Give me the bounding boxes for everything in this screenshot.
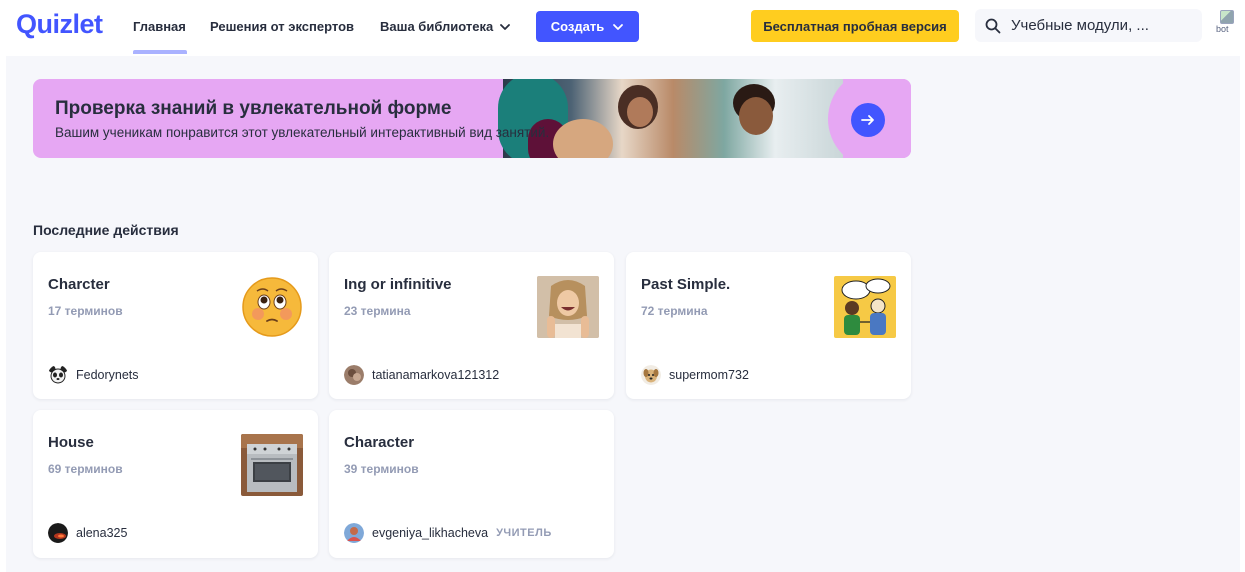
card-term-count: 23 термина — [344, 304, 411, 318]
study-set-card[interactable]: Charcter 17 терминов Fedorynets — [33, 252, 318, 399]
card-author-name: Fedorynets — [76, 368, 139, 382]
card-thumbnail — [241, 276, 303, 338]
panda-avatar-icon — [48, 365, 68, 384]
user-photo-avatar — [344, 523, 364, 543]
card-title: Past Simple. — [641, 276, 731, 293]
chevron-down-icon — [500, 23, 511, 30]
dog-avatar-icon — [641, 365, 661, 385]
card-term-count: 72 термина — [641, 304, 708, 318]
recent-activity-heading: Последние действия — [33, 222, 179, 238]
free-trial-button[interactable]: Бесплатная пробная версия — [751, 10, 959, 42]
promo-banner[interactable]: Проверка знаний в увлекательной форме Ва… — [33, 79, 911, 158]
nav-your-library-label: Ваша библиотека — [380, 19, 494, 34]
card-term-count: 17 терминов — [48, 304, 123, 318]
cartoon-image — [834, 276, 896, 338]
card-thumbnail — [537, 276, 599, 338]
card-author[interactable]: evgeniya_likhacheva УЧИТЕЛЬ — [344, 523, 552, 543]
page-left-edge — [0, 0, 6, 572]
broken-image-icon — [1220, 10, 1234, 24]
card-thumbnail — [834, 276, 896, 338]
banner-arrow-button[interactable] — [851, 103, 885, 137]
profile-avatar[interactable]: bot — [1216, 10, 1245, 44]
nav-expert-solutions-label: Решения от экспертов — [210, 19, 355, 34]
create-button[interactable]: Создать — [536, 11, 639, 42]
user-photo-avatar — [48, 523, 68, 543]
card-author-name: tatianamarkova121312 — [372, 368, 500, 382]
nav-home[interactable]: Главная — [133, 19, 186, 34]
nav-home-active-indicator — [133, 50, 187, 54]
card-author[interactable]: supermom732 — [641, 365, 749, 385]
banner-person-photo — [627, 97, 653, 127]
nav-your-library[interactable]: Ваша библиотека — [380, 19, 511, 34]
top-navigation-bar: Quizlet Главная Решения от экспертов Ваш… — [0, 0, 1245, 56]
user-photo-avatar — [344, 365, 364, 385]
study-set-card[interactable]: Past Simple. 72 термина supermom732 — [626, 252, 911, 399]
card-author-name: supermom732 — [669, 368, 749, 382]
chevron-down-icon — [613, 23, 624, 30]
card-thumbnail — [241, 434, 303, 496]
card-term-count: 39 терминов — [344, 462, 419, 476]
card-title: House — [48, 434, 94, 451]
study-set-card[interactable]: House 69 терминов alena325 — [33, 410, 318, 558]
study-set-card[interactable]: Character 39 терминов evgeniya_likhachev… — [329, 410, 614, 558]
girl-photo-image — [537, 276, 599, 338]
card-author[interactable]: Fedorynets — [48, 365, 139, 385]
card-title: Ing or infinitive — [344, 276, 452, 293]
banner-subtitle: Вашим ученикам понравится этот увлекател… — [55, 125, 550, 140]
page-right-edge — [1240, 0, 1245, 572]
banner-title: Проверка знаний в увлекательной форме — [55, 98, 452, 119]
create-button-label: Создать — [550, 19, 605, 34]
nav-home-label: Главная — [133, 19, 186, 34]
search-placeholder: Учебные модули, ... — [1011, 17, 1149, 34]
profile-avatar-alt: bot — [1216, 24, 1229, 34]
card-title: Character — [344, 434, 415, 451]
quizlet-logo[interactable]: Quizlet — [16, 9, 103, 40]
teacher-badge: УЧИТЕЛЬ — [496, 527, 552, 539]
stove-photo-image — [241, 434, 303, 496]
card-author-name: evgeniya_likhacheva — [372, 526, 489, 540]
card-author-name: alena325 — [76, 526, 128, 540]
arrow-right-icon — [861, 115, 874, 125]
card-title: Charcter — [48, 276, 110, 293]
search-icon — [985, 18, 1001, 33]
worried-face-emoji-image — [242, 277, 302, 337]
card-author[interactable]: tatianamarkova121312 — [344, 365, 499, 385]
card-term-count: 69 терминов — [48, 462, 123, 476]
study-set-card[interactable]: Ing or infinitive 23 термина tatianamark… — [329, 252, 614, 399]
card-author[interactable]: alena325 — [48, 523, 127, 543]
banner-person-photo — [739, 97, 773, 135]
search-input[interactable]: Учебные модули, ... — [975, 9, 1202, 42]
nav-expert-solutions[interactable]: Решения от экспертов — [210, 19, 354, 34]
